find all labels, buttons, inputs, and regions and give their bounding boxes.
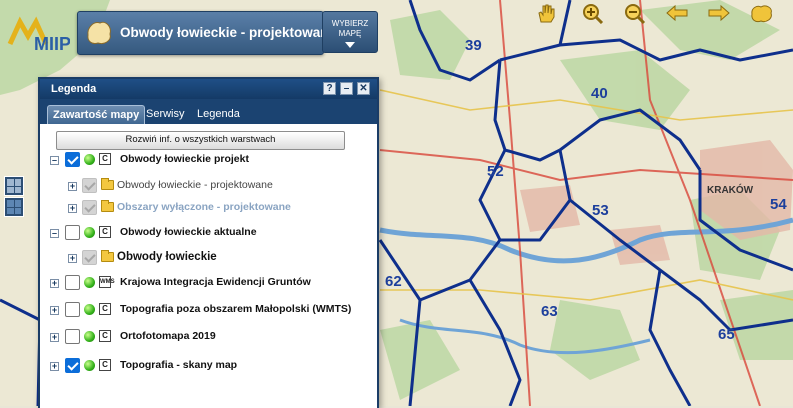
choose-map-button[interactable]: WYBIERZ MAPĘ [322,11,378,53]
layer-label: Krajowa Integracja Ewidencji Gruntów [120,276,311,288]
layer-label: Obwody łowieckie aktualne [120,226,257,238]
expand-icon[interactable]: + [50,306,59,315]
layer-row: + Obwody łowieckie [68,250,368,268]
folder-icon [101,178,114,190]
close-button[interactable]: ✕ [357,82,370,95]
layer-row: + Obwody łowieckie - projektowane [68,178,368,196]
layer-checkbox[interactable] [65,152,80,167]
layer-label: Obszary wyłączone - projektowane [117,201,291,213]
layer-row: + C Ortofotomapa 2019 [50,329,370,347]
district-label: 54 [770,196,787,213]
chevron-down-icon [345,42,355,48]
district-label: 40 [591,85,608,102]
layer-checkbox[interactable] [82,200,97,215]
district-label: 53 [592,202,609,219]
expand-icon[interactable]: + [50,362,59,371]
layer-label: Obwody łowieckie projekt [120,153,249,165]
layer-visible-icon [84,154,95,165]
expand-icon[interactable]: + [50,279,59,288]
logo-text: MIIP [34,34,70,54]
layer-type-icon: C [99,226,111,238]
city-label: KRAKÓW [707,183,754,196]
layer-row: + Obszary wyłączone - projektowane [68,200,368,218]
layer-checkbox[interactable] [65,358,80,373]
layer-type-icon: C [99,330,111,342]
layer-checkbox[interactable] [82,178,97,193]
choose-map-label-1: WYBIERZ [331,19,369,28]
layer-visible-icon [84,360,95,371]
map-title: Obwody łowieckie - projektowane [120,25,337,40]
pan-hand-icon[interactable] [534,2,560,24]
district-label: 65 [718,326,735,343]
layer-label: Topografia poza obszarem Małopolski (WMT… [120,303,352,315]
forward-arrow-icon[interactable] [706,2,732,24]
folder-icon [101,200,114,212]
tab-legend[interactable]: Legenda [192,105,245,124]
back-arrow-icon[interactable] [664,2,690,24]
expand-icon[interactable]: + [68,182,77,191]
miip-logo[interactable]: MIIP [6,14,71,54]
folder-icon [101,250,114,262]
expand-icon[interactable]: + [50,333,59,342]
expand-all-button[interactable]: Rozwiń inf. o wszystkich warstwach [56,131,345,150]
layer-label: Obwody łowieckie - projektowane [117,179,273,191]
layer-type-icon: C [99,153,111,165]
district-label: 62 [385,273,402,290]
layer-row: + WMS Krajowa Integracja Ewidencji Grunt… [50,275,370,293]
layer-checkbox[interactable] [65,275,80,290]
layer-row: + C Topografia - skany map [50,358,370,376]
layer-visible-icon [84,277,95,288]
layer-visible-icon [84,227,95,238]
layer-type-icon: WMS [99,276,115,288]
tab-services[interactable]: Serwisy [141,105,190,124]
layer-type-icon: C [99,359,111,371]
legend-panel-header: Legenda ? – ✕ [40,79,377,99]
layer-visible-icon [84,331,95,342]
layer-visible-icon [84,304,95,315]
district-label: 63 [541,303,558,320]
district-label: 52 [487,163,504,180]
minimize-button[interactable]: – [340,82,353,95]
collapse-icon[interactable]: – [50,156,59,165]
map-title-box: Obwody łowieckie - projektowane [77,11,336,55]
choose-map-label-2: MAPĘ [338,29,362,38]
layer-checkbox[interactable] [82,250,97,265]
layer-label: Ortofotomapa 2019 [120,330,216,342]
malopolska-emblem-icon [84,17,114,47]
zoom-out-icon[interactable] [622,2,648,25]
layer-checkbox[interactable] [65,302,80,317]
layer-row: + C Topografia poza obszarem Małopolski … [50,302,370,320]
expand-icon[interactable]: + [68,254,77,263]
legend-panel-title: Legenda [51,83,97,95]
help-button[interactable]: ? [323,82,336,95]
district-label: 39 [465,37,482,54]
zoom-in-icon[interactable] [580,2,606,25]
collapse-icon[interactable]: – [50,229,59,238]
layer-label: Topografia - skany map [120,359,238,371]
layer-checkbox[interactable] [65,225,80,240]
layer-row: – C Obwody łowieckie projekt [50,152,370,170]
layers-grid-icon[interactable] [4,197,24,217]
region-map-icon[interactable] [749,2,775,24]
layer-type-icon: C [99,303,111,315]
layer-checkbox[interactable] [65,329,80,344]
legend-tabs: Zawartość mapy Serwisy Legenda [40,99,377,124]
tab-map-content[interactable]: Zawartość mapy [47,105,146,124]
layer-row: – C Obwody łowieckie aktualne [50,225,370,243]
expand-icon[interactable]: + [68,204,77,213]
legend-panel: Legenda ? – ✕ Zawartość mapy Serwisy Leg… [38,77,379,408]
layer-label: Obwody łowieckie [117,251,217,263]
basemap-switch-icon[interactable] [4,176,24,196]
